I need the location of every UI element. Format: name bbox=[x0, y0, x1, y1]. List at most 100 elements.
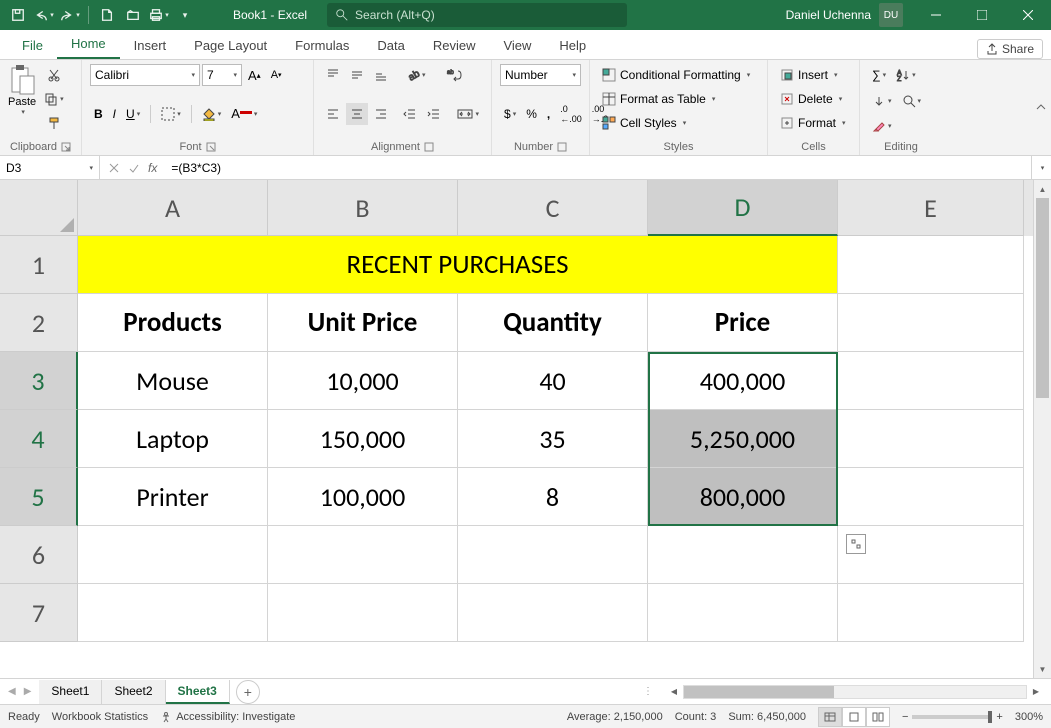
page-layout-view-button[interactable] bbox=[842, 707, 866, 727]
decrease-indent-button[interactable] bbox=[399, 103, 421, 125]
cell-e5[interactable] bbox=[838, 468, 1024, 526]
insert-cells-button[interactable]: Insert▾ bbox=[776, 64, 851, 86]
page-break-view-button[interactable] bbox=[866, 707, 890, 727]
cell-e4[interactable] bbox=[838, 410, 1024, 468]
cell-b6[interactable] bbox=[268, 526, 458, 584]
cell-b7[interactable] bbox=[268, 584, 458, 642]
align-top-button[interactable] bbox=[322, 64, 344, 86]
add-sheet-button[interactable]: + bbox=[236, 680, 260, 704]
align-center-button[interactable] bbox=[346, 103, 368, 125]
font-name-select[interactable]: Calibri▾ bbox=[90, 64, 200, 86]
cell-d7[interactable] bbox=[648, 584, 838, 642]
comma-button[interactable]: , bbox=[543, 103, 554, 125]
fx-icon[interactable]: fx bbox=[148, 161, 157, 175]
align-middle-button[interactable] bbox=[346, 64, 368, 86]
copy-button[interactable]: ▾ bbox=[40, 88, 68, 110]
find-select-button[interactable]: ▾ bbox=[898, 90, 926, 112]
cell-c7[interactable] bbox=[458, 584, 648, 642]
cell-a1-merged[interactable]: RECENT PURCHASES bbox=[78, 236, 838, 294]
print-button[interactable]: ▾ bbox=[147, 3, 171, 27]
autofill-options[interactable] bbox=[846, 534, 866, 554]
tab-help[interactable]: Help bbox=[545, 32, 600, 59]
cell-a4[interactable]: Laptop bbox=[78, 410, 268, 468]
format-table-button[interactable]: Format as Table▾ bbox=[598, 88, 759, 110]
font-size-select[interactable]: 7▾ bbox=[202, 64, 242, 86]
cell-a6[interactable] bbox=[78, 526, 268, 584]
col-header-e[interactable]: E bbox=[838, 180, 1024, 236]
tab-file[interactable]: File bbox=[8, 32, 57, 59]
cell-c5[interactable]: 8 bbox=[458, 468, 648, 526]
col-header-a[interactable]: A bbox=[78, 180, 268, 236]
qat-customize[interactable]: ▾ bbox=[173, 3, 197, 27]
cell-b2[interactable]: Unit Price bbox=[268, 294, 458, 352]
align-right-button[interactable] bbox=[370, 103, 392, 125]
zoom-level[interactable]: 300% bbox=[1015, 711, 1043, 723]
number-launcher[interactable] bbox=[557, 142, 567, 152]
merge-center-button[interactable]: ▾ bbox=[453, 103, 483, 125]
cell-styles-button[interactable]: Cell Styles▾ bbox=[598, 112, 759, 134]
cell-b4[interactable]: 150,000 bbox=[268, 410, 458, 468]
decrease-font-button[interactable]: A▾ bbox=[267, 64, 286, 86]
clipboard-launcher[interactable] bbox=[61, 142, 71, 152]
sort-filter-button[interactable]: AZ▾ bbox=[892, 64, 920, 86]
row-header-2[interactable]: 2 bbox=[0, 294, 78, 352]
wrap-text-button[interactable]: ab bbox=[442, 64, 466, 86]
cell-c3[interactable]: 40 bbox=[458, 352, 648, 410]
cell-c2[interactable]: Quantity bbox=[458, 294, 648, 352]
cell-d4[interactable]: 5,250,000 bbox=[648, 410, 838, 468]
formula-input[interactable]: =(B3*C3) bbox=[165, 156, 1031, 179]
cell-c4[interactable]: 35 bbox=[458, 410, 648, 468]
collapse-ribbon-button[interactable] bbox=[1031, 60, 1051, 155]
scroll-left-button[interactable]: ◀ bbox=[665, 687, 683, 696]
normal-view-button[interactable] bbox=[818, 707, 842, 727]
undo-button[interactable]: ▾ bbox=[32, 3, 56, 27]
cell-e1[interactable] bbox=[838, 236, 1024, 294]
cell-d2[interactable]: Price bbox=[648, 294, 838, 352]
sheet-tab-1[interactable]: Sheet1 bbox=[39, 680, 102, 704]
cancel-icon[interactable] bbox=[108, 162, 120, 174]
orientation-button[interactable]: ab▾ bbox=[402, 64, 430, 86]
cell-a3[interactable]: Mouse bbox=[78, 352, 268, 410]
autosum-button[interactable]: ∑▾ bbox=[868, 64, 890, 86]
font-color-button[interactable]: A▾ bbox=[227, 103, 261, 125]
redo-button[interactable]: ▾ bbox=[58, 3, 82, 27]
italic-button[interactable]: I bbox=[109, 103, 120, 125]
align-left-button[interactable] bbox=[322, 103, 344, 125]
tab-formulas[interactable]: Formulas bbox=[281, 32, 363, 59]
user-account[interactable]: Daniel Uchenna DU bbox=[786, 3, 913, 27]
cut-button[interactable] bbox=[40, 64, 68, 86]
tab-pagelayout[interactable]: Page Layout bbox=[180, 32, 281, 59]
hscroll-thumb[interactable] bbox=[684, 686, 834, 698]
fill-button[interactable]: ▾ bbox=[868, 90, 896, 112]
enter-icon[interactable] bbox=[128, 162, 140, 174]
zoom-in-button[interactable]: + bbox=[996, 711, 1002, 723]
row-header-5[interactable]: 5 bbox=[0, 468, 78, 526]
cell-d5[interactable]: 800,000 bbox=[648, 468, 838, 526]
save-button[interactable] bbox=[6, 3, 30, 27]
alignment-launcher[interactable] bbox=[424, 142, 434, 152]
row-header-3[interactable]: 3 bbox=[0, 352, 78, 410]
percent-button[interactable]: % bbox=[522, 103, 541, 125]
maximize-button[interactable] bbox=[959, 0, 1005, 30]
zoom-out-button[interactable]: − bbox=[902, 711, 908, 723]
sheet-tab-3[interactable]: Sheet3 bbox=[166, 680, 230, 704]
search-box[interactable]: Search (Alt+Q) bbox=[327, 3, 627, 27]
currency-button[interactable]: $▾ bbox=[500, 103, 520, 125]
col-header-b[interactable]: B bbox=[268, 180, 458, 236]
cell-c6[interactable] bbox=[458, 526, 648, 584]
row-header-1[interactable]: 1 bbox=[0, 236, 78, 294]
workbook-stats[interactable]: Workbook Statistics bbox=[52, 711, 148, 723]
cell-e2[interactable] bbox=[838, 294, 1024, 352]
tab-home[interactable]: Home bbox=[57, 30, 120, 59]
cell-b3[interactable]: 10,000 bbox=[268, 352, 458, 410]
tab-insert[interactable]: Insert bbox=[120, 32, 181, 59]
new-file-button[interactable] bbox=[95, 3, 119, 27]
sheet-nav-next[interactable]: ▶ bbox=[22, 684, 34, 699]
vertical-scrollbar[interactable]: ▲ ▼ bbox=[1033, 180, 1051, 678]
cell-d3[interactable]: 400,000 bbox=[648, 352, 838, 410]
increase-indent-button[interactable] bbox=[423, 103, 445, 125]
minimize-button[interactable] bbox=[913, 0, 959, 30]
bold-button[interactable]: B bbox=[90, 103, 107, 125]
select-all-cells[interactable] bbox=[0, 180, 78, 236]
delete-cells-button[interactable]: Delete▾ bbox=[776, 88, 851, 110]
